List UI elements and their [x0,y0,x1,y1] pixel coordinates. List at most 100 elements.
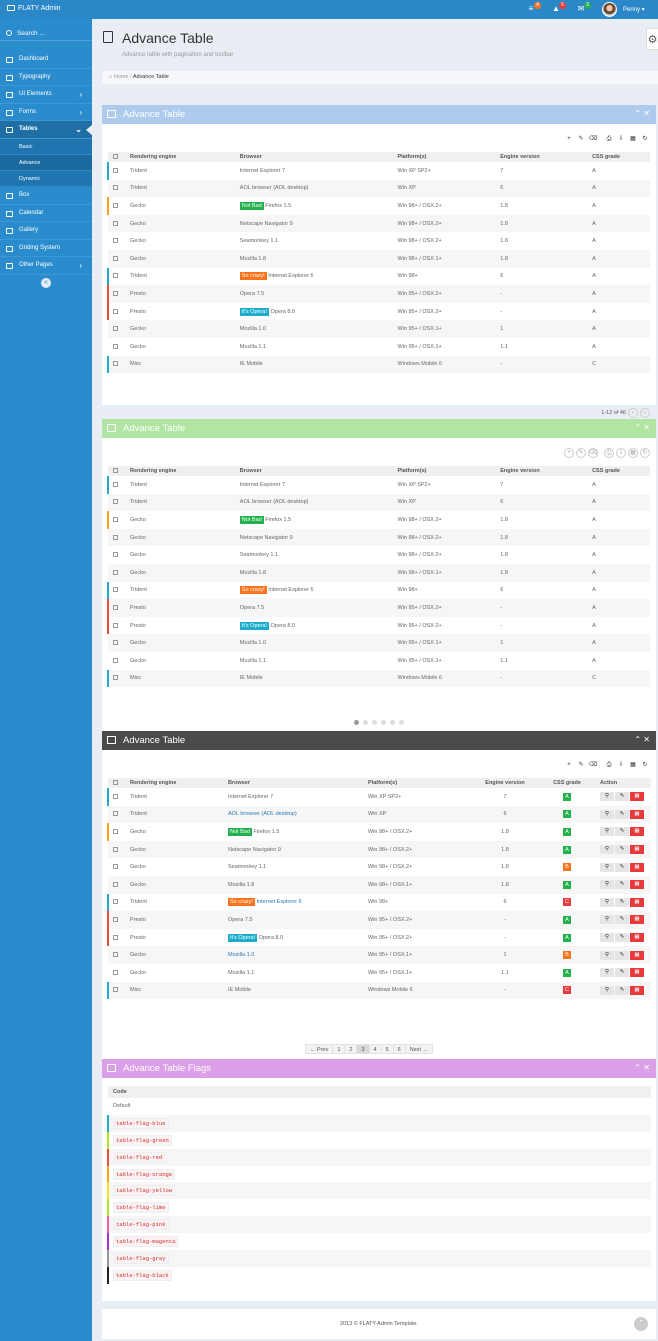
row-checkbox-cell[interactable] [108,338,126,356]
checkbox-icon[interactable] [113,481,118,487]
row-checkbox-cell[interactable] [107,616,126,635]
delete-icon[interactable]: ▦ [630,985,644,995]
row-checkbox-cell[interactable] [107,928,126,947]
delete-icon[interactable]: ▦ [630,845,644,855]
delete-icon[interactable]: ▦ [630,950,644,960]
chevron-right-icon[interactable]: › [640,408,650,418]
row-checkbox-cell[interactable] [108,946,126,964]
row-checkbox-cell[interactable] [108,563,126,582]
add-icon[interactable]: + [564,760,574,770]
checkbox-icon[interactable] [113,361,118,367]
checkbox-icon[interactable] [113,793,118,799]
edit-icon[interactable]: ✎ [615,809,629,819]
select-all-checkbox[interactable] [108,152,126,162]
checkbox-icon[interactable] [113,468,118,474]
submenu-item-basic[interactable]: Basic [0,139,92,155]
table-row[interactable]: Presto Opera 7.5 Win 95+ / OSX.2+ - A [107,599,650,617]
close-icon[interactable]: ✕ [643,1063,650,1072]
row-checkbox-cell[interactable] [108,214,126,233]
edit-icon[interactable]: ✎ [615,915,629,925]
sidebar-item-typography[interactable]: Typography [0,69,92,87]
delete-icon[interactable]: ▦ [630,880,644,890]
table-row[interactable]: Trident So crazy! Internet Explorer 6 Win … [107,581,650,600]
row-checkbox-cell[interactable] [108,546,126,564]
row-checkbox-cell[interactable] [107,788,126,806]
browser-name[interactable]: AOL browser (AOL desktop) [228,811,297,817]
table-row[interactable]: Gecko Seamonkey 1.1 Win 98+ / OSX.2+ 1.8 B ⚲ ✎… [108,858,651,876]
row-checkbox-cell[interactable] [107,355,126,374]
table-row[interactable]: Presto Opera 7.5 Win 95+ / OSX.2+ - A ⚲ ✎ ▦ [107,911,651,929]
zoom-icon[interactable]: ⚲ [600,862,614,872]
checkbox-icon[interactable] [113,273,118,279]
edit-icon[interactable]: ✎ [615,933,629,943]
page-button[interactable]: ← Prev [305,1044,334,1054]
checkbox-icon[interactable] [113,881,118,887]
edit-icon[interactable]: ✎ [576,134,586,144]
table-row[interactable]: Misc IE Mobile Windows Mobile 6-C [107,669,650,688]
columns-icon[interactable]: ▦ [628,134,638,144]
browser-name[interactable]: Mozilla 1.0 [228,952,254,958]
checkbox-icon[interactable] [113,640,118,646]
checkbox-icon[interactable] [113,829,118,835]
column-header[interactable]: Browser [235,466,394,476]
row-checkbox-cell[interactable] [107,285,126,303]
column-header[interactable]: Platform(s) [393,152,497,162]
table-row[interactable]: Gecko Netscape Navigator 9 Win 98+ / OSX.2… [108,528,650,547]
checkbox-icon[interactable] [113,343,118,349]
table-row[interactable]: Gecko Mozilla 1.8 Win 98+ / OSX.1+ 1.8 A [108,563,650,582]
table-row[interactable]: Trident AOL browser (AOL desktop) Win XP 6 A… [108,805,651,824]
submenu-item-dynamic[interactable]: Dynamic [0,171,92,187]
row-checkbox-cell[interactable] [108,493,126,512]
table-row[interactable]: Gecko Netscape Navigator 9 Win 98+ / OSX.2… [108,840,651,859]
page-dot[interactable] [372,720,377,725]
print-icon[interactable]: ⎙ [604,760,614,770]
row-checkbox-cell[interactable] [108,249,126,268]
print-icon[interactable]: ⎙ [604,134,614,144]
collapse-sidebar-button[interactable]: « [41,277,51,288]
table-row[interactable]: Presto It's Opera! Opera 8.0 Win 95+ / OSX… [107,616,650,635]
checkbox-icon[interactable] [113,534,118,540]
checkbox-icon[interactable] [113,185,118,191]
collapse-icon[interactable]: ⌃ [634,1063,643,1072]
page-dot[interactable] [363,720,368,725]
checkbox-icon[interactable] [113,622,118,628]
delete-icon[interactable]: ▦ [630,827,644,837]
row-checkbox-cell[interactable] [107,302,126,321]
column-header[interactable]: Rendering engine [125,152,236,162]
table-row[interactable]: Gecko Seamonkey 1.1 Win 98+ / OSX.2+ 1.8 A [108,232,650,250]
table-row[interactable]: Gecko Mozilla 1.0 Win 95+ / OSX.1+ 1 A [108,320,650,338]
table-row[interactable]: Trident So crazy! Internet Explorer 6 Win … [107,893,651,912]
page-dot[interactable] [381,720,386,725]
checkbox-icon[interactable] [113,308,118,314]
row-checkbox-cell[interactable] [108,858,126,876]
checkbox-icon[interactable] [113,255,118,261]
sidebar-item-tables[interactable]: Tables ⌄ [0,121,92,139]
refresh-icon[interactable]: ↻ [640,760,650,770]
sidebar-item-griding-system[interactable]: Griding System [0,240,92,258]
submenu-item-advance[interactable]: Advance [0,154,92,171]
add-icon[interactable]: + [564,448,574,458]
row-checkbox-cell[interactable] [108,840,126,859]
sidebar-item-box[interactable]: Box [0,187,92,205]
row-checkbox-cell[interactable] [107,911,126,929]
checkbox-icon[interactable] [113,675,118,681]
search-input[interactable]: Search ... [0,27,92,41]
row-checkbox-cell[interactable] [108,652,126,670]
table-row[interactable]: Misc IE Mobile Windows Mobile 6- C ⚲ ✎ ▦ [107,981,651,1000]
row-checkbox-cell[interactable] [107,511,126,529]
table-row[interactable]: Gecko Mozilla 1.1 Win 95+ / OSX.1+ 1.1 A ⚲ ✎ ▦ [108,964,651,982]
delete-icon[interactable]: ⌫ [588,134,598,144]
print-icon[interactable]: ⎙ [604,448,614,458]
column-header[interactable]: Browser [235,152,394,162]
table-row[interactable]: Gecko Not Bad Firefox 1.5 Win 98+ / OSX.2+… [107,823,651,841]
table-row[interactable]: Trident Internet Explorer 7 Win XP SP2+ 7 A ⚲… [107,788,651,806]
close-icon[interactable]: ✕ [643,109,650,118]
sidebar-item-ui-elements[interactable]: UI Elements › [0,86,92,104]
edit-icon[interactable]: ✎ [615,897,629,907]
column-header[interactable]: CSS grade [588,152,650,162]
delete-icon[interactable]: ▦ [630,915,644,925]
table-row[interactable]: Presto Opera 7.5 Win 95+ / OSX.2+ - A [107,285,650,303]
checkbox-icon[interactable] [113,203,118,209]
zoom-icon[interactable]: ⚲ [600,933,614,943]
column-header[interactable]: Engine version [472,778,538,788]
